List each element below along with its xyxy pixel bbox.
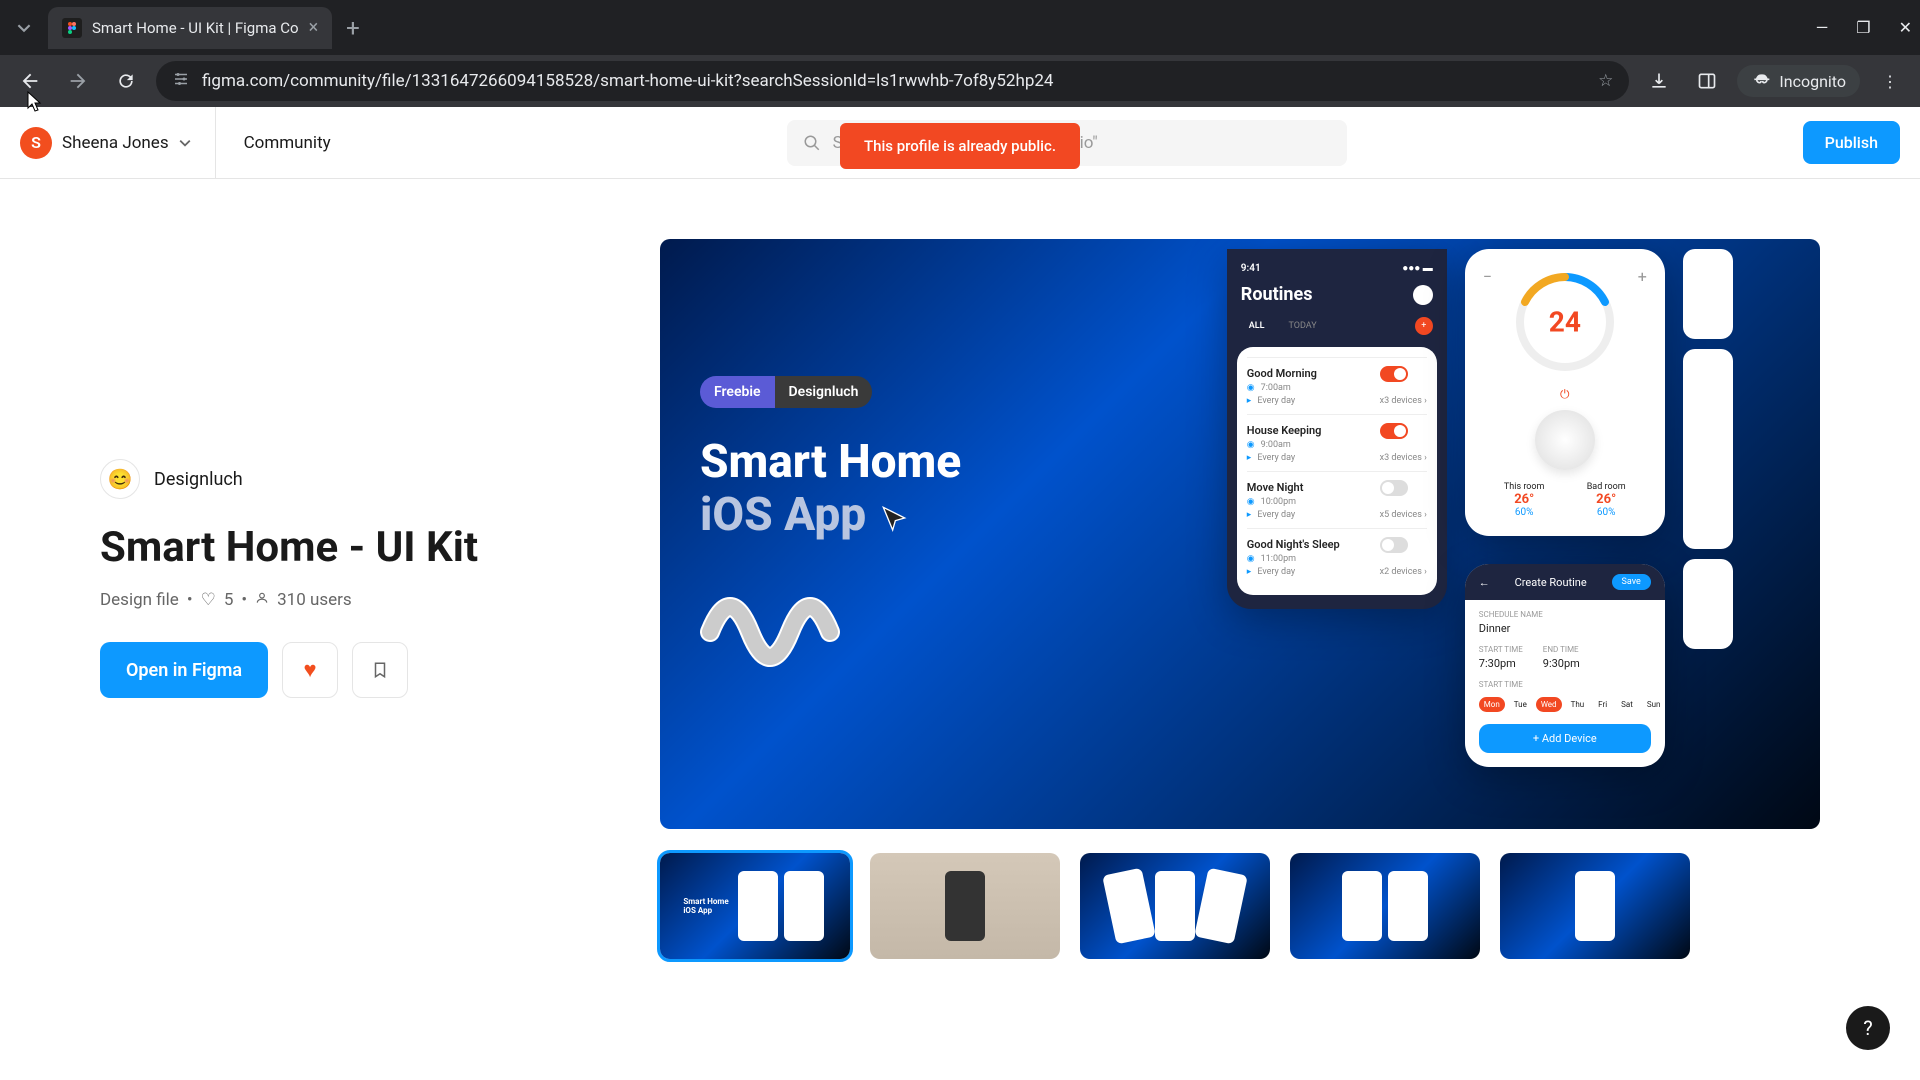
hero-title: Smart Home iOS App	[700, 436, 1177, 542]
author-row[interactable]: 😊 Designluch	[100, 459, 580, 499]
save-bookmark-button[interactable]	[352, 642, 408, 698]
user-name: Sheena Jones	[62, 133, 169, 153]
search-icon	[803, 134, 821, 152]
maximize-button[interactable]: ❐	[1856, 18, 1870, 37]
incognito-badge[interactable]: Incognito	[1737, 65, 1860, 97]
publish-button[interactable]: Publish	[1803, 121, 1900, 164]
url-bar[interactable]: figma.com/community/file/133164726609415…	[156, 61, 1629, 101]
plus-icon: +	[1638, 267, 1647, 387]
downloads-icon[interactable]	[1641, 63, 1677, 99]
partial-mockups	[1683, 249, 1733, 819]
chevron-down-icon	[179, 137, 191, 149]
thumbnail-3[interactable]	[1080, 853, 1270, 959]
minus-icon: −	[1483, 267, 1492, 387]
user-menu[interactable]: S Sheena Jones	[20, 107, 216, 178]
squiggle-graphic-icon	[700, 572, 840, 692]
user-count: 310 users	[277, 590, 352, 610]
action-row: Open in Figma ♥	[100, 642, 580, 698]
close-tab-icon[interactable]: ×	[309, 17, 319, 38]
hero-preview[interactable]: Freebie Designluch Smart Home iOS App	[660, 239, 1820, 829]
hero-mockups: 9:41●●● ▬ Routines ALL TODAY +	[1217, 239, 1820, 829]
power-icon: ⏻	[1483, 387, 1647, 402]
preview-column: Freebie Designluch Smart Home iOS App	[660, 239, 1820, 959]
page-content: S Sheena Jones Community Publish This pr…	[0, 107, 1920, 1080]
resource-title: Smart Home - UI Kit	[100, 523, 580, 572]
like-button[interactable]: ♥	[282, 642, 338, 698]
community-link[interactable]: Community	[244, 133, 331, 153]
figma-favicon-icon	[62, 18, 82, 38]
browser-tab-strip: Smart Home - UI Kit | Figma Co × + — ❐ ✕	[0, 0, 1920, 55]
toggle-icon	[1380, 366, 1408, 382]
like-count: 5	[224, 590, 234, 610]
minimize-button[interactable]: —	[1816, 18, 1829, 37]
chrome-menu-icon[interactable]: ⋮	[1872, 63, 1908, 99]
toast-notification: This profile is already public.	[840, 123, 1080, 169]
routine-item: Good Morning◉7:00am▸Every day x3 devices…	[1247, 357, 1427, 414]
thumbnail-4[interactable]	[1290, 853, 1480, 959]
thermostat-mockup: − 24 + ⏻ This room26°60%	[1465, 249, 1665, 536]
new-tab-button[interactable]: +	[346, 14, 360, 42]
thumbnail-1[interactable]: Smart HomeiOS App	[660, 853, 850, 959]
routines-phone-mockup: 9:41●●● ▬ Routines ALL TODAY +	[1227, 249, 1447, 609]
reload-button[interactable]	[108, 63, 144, 99]
toggle-icon	[1380, 537, 1408, 553]
help-button[interactable]: ?	[1846, 1006, 1890, 1050]
routine-item: Good Night's Sleep◉11:00pm▸Every day x2 …	[1247, 528, 1427, 585]
toggle-icon	[1380, 423, 1408, 439]
hero-badges: Freebie Designluch	[700, 376, 1177, 408]
author-badge: Designluch	[775, 376, 873, 408]
forward-button[interactable]	[60, 63, 96, 99]
add-routine-icon: +	[1415, 317, 1433, 335]
toggle-icon	[1380, 480, 1408, 496]
author-name: Designluch	[154, 469, 243, 490]
author-avatar-icon: 😊	[100, 459, 140, 499]
resource-info: 😊 Designluch Smart Home - UI Kit Design …	[100, 239, 580, 959]
open-in-figma-button[interactable]: Open in Figma	[100, 642, 268, 698]
back-arrow-icon: ←	[1479, 576, 1490, 589]
tab-search-dropdown[interactable]	[8, 12, 40, 44]
site-settings-icon[interactable]	[172, 70, 190, 93]
routine-item: House Keeping◉9:00am▸Every day x3 device…	[1247, 414, 1427, 471]
back-button[interactable]	[12, 63, 48, 99]
heart-icon: ♡	[201, 590, 216, 610]
thumbnail-5[interactable]	[1500, 853, 1690, 959]
thumbnail-2[interactable]	[870, 853, 1060, 959]
create-routine-mockup: ← Create Routine Save SCHEDULE NAME Dinn…	[1465, 564, 1665, 767]
cursor-icon	[878, 502, 910, 534]
bookmark-star-icon[interactable]: ☆	[1598, 71, 1613, 91]
side-panel-icon[interactable]	[1689, 63, 1725, 99]
tab-title: Smart Home - UI Kit | Figma Co	[92, 19, 299, 37]
user-avatar: S	[20, 127, 52, 159]
thumbnail-strip: Smart HomeiOS App	[660, 853, 1820, 959]
address-bar: figma.com/community/file/133164726609415…	[0, 55, 1920, 107]
window-controls: — ❐ ✕	[1816, 18, 1912, 37]
resource-meta: Design file • ♡ 5 • 310 users	[100, 590, 580, 610]
resource-type: Design file	[100, 590, 179, 610]
browser-tab[interactable]: Smart Home - UI Kit | Figma Co ×	[48, 7, 332, 49]
main-content: 😊 Designluch Smart Home - UI Kit Design …	[0, 179, 1920, 999]
url-text: figma.com/community/file/133164726609415…	[202, 71, 1586, 91]
dial-graphic	[1535, 410, 1595, 470]
freebie-badge: Freebie	[700, 376, 775, 408]
close-window-button[interactable]: ✕	[1899, 18, 1912, 37]
routine-item: Move Night◉10:00pm▸Every day x5 devices …	[1247, 471, 1427, 528]
incognito-label: Incognito	[1779, 72, 1846, 91]
hero-text: Freebie Designluch Smart Home iOS App	[660, 239, 1217, 829]
profile-icon	[1413, 285, 1433, 305]
users-icon	[255, 590, 269, 610]
